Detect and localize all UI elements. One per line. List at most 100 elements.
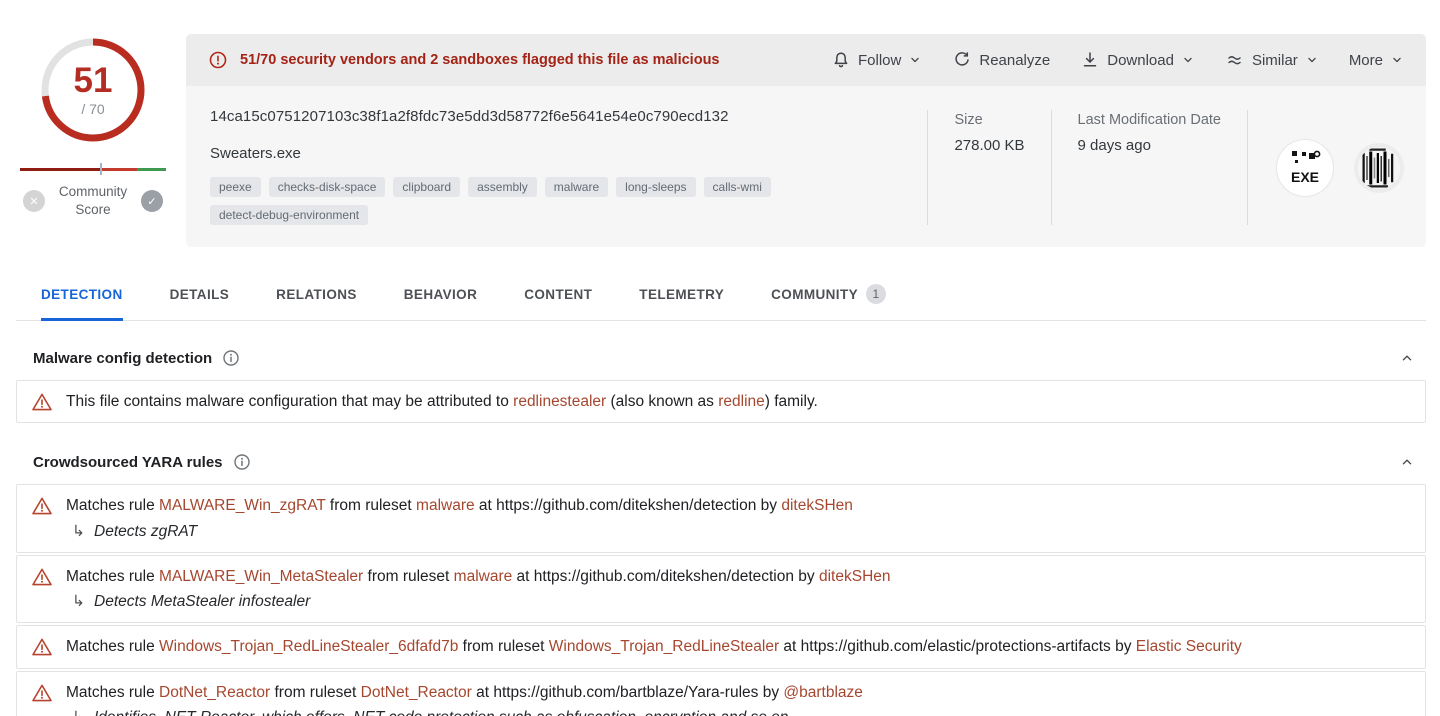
yara-rule-row: Matches rule MALWARE_Win_zgRAT from rule… xyxy=(16,484,1426,553)
tab-behavior-label: BEHAVIOR xyxy=(404,287,477,302)
tab-relations-label: RELATIONS xyxy=(276,287,357,302)
tag-malware[interactable]: malware xyxy=(545,177,608,197)
thumbnail-pattern xyxy=(1358,147,1400,189)
follow-button[interactable]: Follow xyxy=(831,50,922,70)
rule-url: https://github.com/elastic/protections-a… xyxy=(801,638,1111,655)
chevron-up-icon[interactable] xyxy=(1398,453,1420,471)
rule-match-line: Matches rule DotNet_Reactor from ruleset… xyxy=(66,681,863,704)
more-label: More xyxy=(1349,52,1383,69)
chevron-down-icon xyxy=(1305,53,1319,67)
community-count-badge: 1 xyxy=(866,284,886,304)
rule-link[interactable]: Windows_Trojan_RedLineStealer_6dfafd7b xyxy=(159,638,458,655)
rule-link[interactable]: DotNet_Reactor xyxy=(159,684,270,701)
cross-circle-icon[interactable]: ✕ xyxy=(23,190,45,212)
info-icon[interactable] xyxy=(233,453,251,471)
tab-telemetry-label: TELEMETRY xyxy=(639,287,724,302)
author-link[interactable]: @bartblaze xyxy=(783,684,863,701)
last-modified-label: Last Modification Date xyxy=(1078,112,1221,128)
virustotal-file-page: 51 / 70 ✕ Community Score ✓ xyxy=(0,0,1440,716)
yara-section-header: Crowdsourced YARA rules xyxy=(16,425,1426,484)
tag-peexe[interactable]: peexe xyxy=(210,177,261,197)
community-score-marker xyxy=(100,163,102,175)
info-icon[interactable] xyxy=(222,349,240,367)
tabs: DETECTION DETAILS RELATIONS BEHAVIOR CON… xyxy=(16,284,1426,320)
rule-connector: by xyxy=(756,497,781,514)
tab-telemetry[interactable]: TELEMETRY xyxy=(639,284,724,320)
community-score-track xyxy=(20,168,166,171)
yara-title: Crowdsourced YARA rules xyxy=(33,454,223,471)
file-meta: Size 278.00 KB Last Modification Date 9 … xyxy=(927,108,1404,225)
score-gauge: 51 / 70 xyxy=(37,34,149,146)
ruleset-link[interactable]: DotNet_Reactor xyxy=(361,684,472,701)
size-label: Size xyxy=(954,112,1024,128)
rule-prefix: Matches rule xyxy=(66,568,159,585)
author-link[interactable]: Elastic Security xyxy=(1136,638,1242,655)
chevron-down-icon xyxy=(908,53,922,67)
tab-detection-label: DETECTION xyxy=(41,287,123,302)
rule-connector: by xyxy=(794,568,819,585)
detection-content: Malware config detection This file conta… xyxy=(16,321,1426,716)
alert-circle-icon xyxy=(208,50,228,70)
tab-bar: DETECTION DETAILS RELATIONS BEHAVIOR CON… xyxy=(16,284,1426,321)
tab-relations[interactable]: RELATIONS xyxy=(276,284,357,320)
ruleset-link[interactable]: malware xyxy=(454,568,513,585)
malware-config-section-header: Malware config detection xyxy=(16,321,1426,380)
exe-glyph: EXE xyxy=(1283,146,1327,190)
rule-match-line: Matches rule MALWARE_Win_MetaStealer fro… xyxy=(66,565,891,588)
warning-triangle-icon xyxy=(31,495,53,517)
tag-assembly[interactable]: assembly xyxy=(468,177,537,197)
tag-calls-wmi[interactable]: calls-wmi xyxy=(704,177,771,197)
rule-link[interactable]: MALWARE_Win_MetaStealer xyxy=(159,568,363,585)
tab-community-label: COMMUNITY xyxy=(771,287,858,302)
tag-detect-debug-environment[interactable]: detect-debug-environment xyxy=(210,205,368,225)
similar-button[interactable]: Similar xyxy=(1225,50,1319,70)
community-score-label: Community Score xyxy=(54,183,132,219)
tab-detection[interactable]: DETECTION xyxy=(41,284,123,320)
author-link[interactable]: ditekSHen xyxy=(781,497,853,514)
reanalyze-button[interactable]: Reanalyze xyxy=(952,50,1050,70)
rule-description-text: Identifies .NET Reactor, which offers .N… xyxy=(94,706,793,716)
rule-text: Matches rule MALWARE_Win_MetaStealer fro… xyxy=(66,565,891,614)
score-denominator: / 70 xyxy=(81,101,104,117)
rule-connector: from ruleset xyxy=(363,568,453,585)
family-link[interactable]: redlinestealer xyxy=(513,393,606,410)
tab-content-label: CONTENT xyxy=(524,287,592,302)
chevron-down-icon xyxy=(1390,53,1404,67)
toolbar-actions: Follow Reanalyze xyxy=(831,50,1404,70)
more-button[interactable]: More xyxy=(1349,52,1404,69)
tag-clipboard[interactable]: clipboard xyxy=(393,177,460,197)
rule-text: Matches rule Windows_Trojan_RedLineSteal… xyxy=(66,635,1242,658)
tab-community[interactable]: COMMUNITY 1 xyxy=(771,284,886,320)
rule-prefix: Matches rule xyxy=(66,638,159,655)
alias-link[interactable]: redline xyxy=(718,393,765,410)
download-label: Download xyxy=(1107,52,1174,69)
banner-text: 51/70 security vendors and 2 sandboxes f… xyxy=(240,52,719,68)
rule-connector: at xyxy=(472,684,494,701)
rule-url: https://github.com/bartblaze/Yara-rules xyxy=(493,684,758,701)
warning-triangle-icon xyxy=(31,682,53,704)
rule-match-line: Matches rule MALWARE_Win_zgRAT from rule… xyxy=(66,494,853,517)
download-button[interactable]: Download xyxy=(1080,50,1195,70)
tag-checks-disk-space[interactable]: checks-disk-space xyxy=(269,177,386,197)
download-icon xyxy=(1080,50,1100,70)
rule-connector: from ruleset xyxy=(326,497,416,514)
malware-config-text: This file contains malware configuration… xyxy=(66,390,818,413)
rule-link[interactable]: MALWARE_Win_zgRAT xyxy=(159,497,326,514)
tab-content[interactable]: CONTENT xyxy=(524,284,592,320)
ruleset-link[interactable]: malware xyxy=(416,497,475,514)
refresh-icon xyxy=(952,50,972,70)
rule-connector: by xyxy=(758,684,783,701)
yara-rule-row: Matches rule DotNet_Reactor from ruleset… xyxy=(16,671,1426,716)
tab-details[interactable]: DETAILS xyxy=(170,284,230,320)
author-link[interactable]: ditekSHen xyxy=(819,568,891,585)
tab-behavior[interactable]: BEHAVIOR xyxy=(404,284,477,320)
check-circle-icon[interactable]: ✓ xyxy=(141,190,163,212)
rule-connector: from ruleset xyxy=(270,684,360,701)
rule-connector: at xyxy=(512,568,534,585)
check-glyph: ✓ xyxy=(147,195,156,208)
chevron-up-icon[interactable] xyxy=(1398,349,1420,367)
detection-banner: 51/70 security vendors and 2 sandboxes f… xyxy=(186,34,1426,86)
rule-prefix: Matches rule xyxy=(66,684,159,701)
ruleset-link[interactable]: Windows_Trojan_RedLineStealer xyxy=(549,638,779,655)
tag-long-sleeps[interactable]: long-sleeps xyxy=(616,177,695,197)
